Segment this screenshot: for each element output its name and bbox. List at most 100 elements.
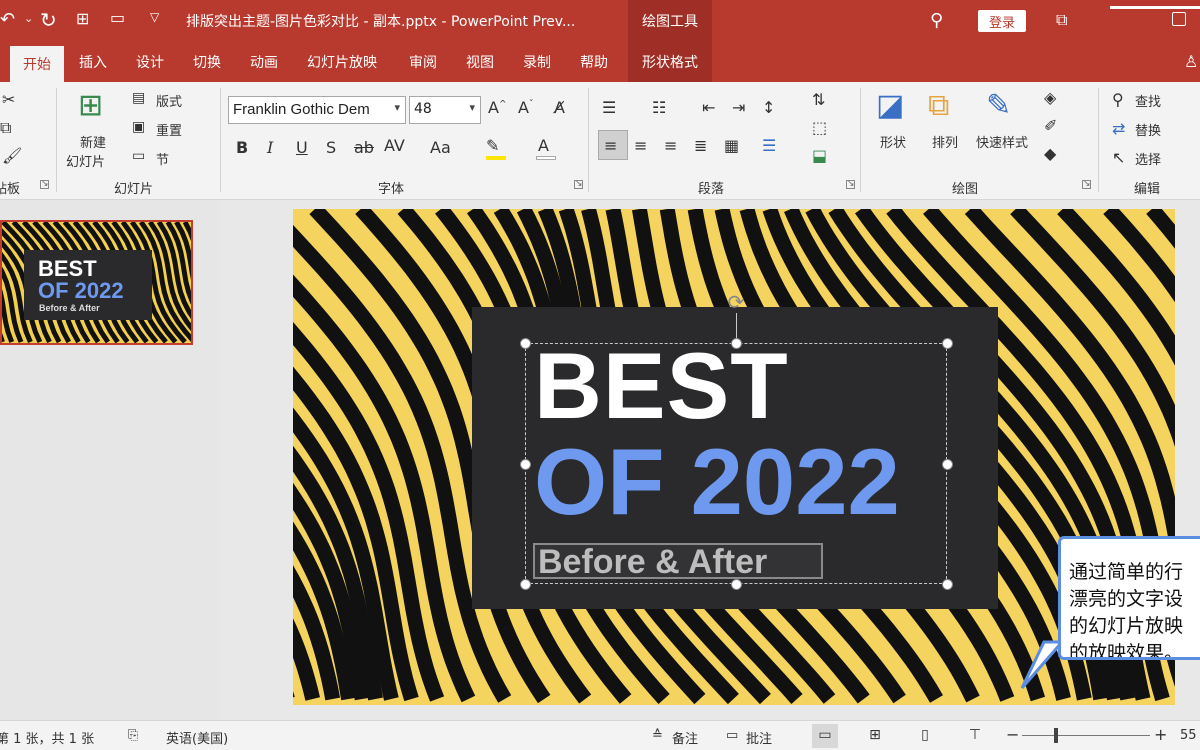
shape-fill-icon[interactable]: ◈ xyxy=(1044,88,1056,107)
shapes-icon[interactable]: ◪ xyxy=(876,88,904,123)
tab-view[interactable]: 视图 xyxy=(466,42,494,82)
tab-shape-format[interactable]: 形状格式 xyxy=(628,42,712,82)
tab-record[interactable]: 录制 xyxy=(523,42,551,82)
shadow-icon[interactable]: S xyxy=(326,138,336,157)
undo-dropdown-icon[interactable]: ⌄ xyxy=(24,12,33,25)
shapes-button[interactable]: 形状 xyxy=(880,132,906,151)
shrink-font-icon[interactable]: Aˇ xyxy=(518,98,533,117)
cut-icon[interactable]: ✂ xyxy=(2,90,15,109)
quick-styles-button[interactable]: 快速样式 xyxy=(976,132,1028,151)
tab-insert[interactable]: 插入 xyxy=(79,42,107,82)
find-button[interactable]: 查找 xyxy=(1135,91,1161,110)
grow-font-icon[interactable]: A^ xyxy=(488,98,507,117)
tab-help[interactable]: 帮助 xyxy=(580,42,608,82)
new-slide-label-2[interactable]: 幻灯片 xyxy=(66,151,105,170)
slide-thumbnail-1[interactable]: BEST OF 2022 Before & After xyxy=(0,220,193,345)
char-spacing-icon[interactable]: AV xyxy=(384,136,405,155)
align-left-icon[interactable]: ≡ xyxy=(604,136,617,155)
resize-handle[interactable] xyxy=(942,459,953,470)
select-button[interactable]: 选择 xyxy=(1135,149,1161,168)
align-right-icon[interactable]: ≡ xyxy=(664,136,677,155)
comments-button[interactable]: 批注 xyxy=(746,728,772,747)
replace-button[interactable]: 替换 xyxy=(1135,120,1161,139)
language-indicator[interactable]: 英语(美国) xyxy=(166,728,228,747)
resize-handle[interactable] xyxy=(520,338,531,349)
maximize-button[interactable] xyxy=(1172,12,1186,26)
rotate-handle-icon[interactable]: ⟳ xyxy=(725,291,747,313)
open-folder-icon[interactable]: ▭ xyxy=(110,8,125,27)
justify-icon[interactable]: ≣ xyxy=(694,136,707,155)
zoom-out-icon[interactable]: − xyxy=(1006,725,1019,744)
arrange-button[interactable]: 排列 xyxy=(932,132,958,151)
highlight-icon[interactable]: ✎ xyxy=(486,136,499,155)
align-center-icon[interactable]: ≡ xyxy=(634,136,647,155)
tab-home[interactable]: 开始 xyxy=(10,46,64,82)
strikethrough-icon[interactable]: ab xyxy=(354,138,374,157)
new-slide-icon[interactable]: ⊞ xyxy=(78,88,103,123)
notes-icon[interactable]: ≙ xyxy=(652,728,663,743)
present-icon[interactable]: ⊞ xyxy=(76,9,89,28)
text-direction-icon[interactable]: ⇅ xyxy=(812,90,825,109)
select-icon[interactable]: ↖ xyxy=(1112,148,1125,167)
align-text-icon[interactable]: ⬚ xyxy=(812,118,827,137)
slideshow-view-icon[interactable]: ⊤ xyxy=(962,724,988,748)
numbering-icon[interactable]: ☷ xyxy=(652,98,666,117)
ribbon-display-icon[interactable]: ⧉ xyxy=(1056,10,1067,30)
paragraph-launcher-icon[interactable]: ↘ xyxy=(846,180,855,189)
find-icon[interactable]: ⚲ xyxy=(1112,90,1124,109)
tab-slideshow[interactable]: 幻灯片放映 xyxy=(307,42,377,82)
italic-icon[interactable]: I xyxy=(267,138,273,157)
clear-formatting-icon[interactable]: A̸ xyxy=(554,98,565,117)
tab-transitions[interactable]: 切换 xyxy=(193,42,221,82)
resize-handle[interactable] xyxy=(731,579,742,590)
format-painter-icon[interactable]: 🖌 xyxy=(2,146,22,165)
smartart-icon[interactable]: ⬓ xyxy=(812,146,827,165)
increase-indent-icon[interactable]: ⇥ xyxy=(732,98,745,117)
bullets-icon[interactable]: ☰ xyxy=(602,98,616,117)
slide-canvas[interactable]: BEST OF 2022 Before & After ⟳ xyxy=(293,209,1175,705)
resize-handle[interactable] xyxy=(942,579,953,590)
reset-icon[interactable]: ▣ xyxy=(132,119,145,135)
resize-handle[interactable] xyxy=(731,338,742,349)
font-launcher-icon[interactable]: ↘ xyxy=(574,180,583,189)
underline-icon[interactable]: U xyxy=(296,138,308,157)
reading-view-icon[interactable]: ▯ xyxy=(912,724,938,748)
arrange-icon[interactable]: ⧉ xyxy=(928,88,949,123)
quick-styles-icon[interactable]: ✎ xyxy=(986,88,1011,123)
search-icon[interactable]: ⚲ xyxy=(930,10,943,31)
section-icon[interactable]: ▭ xyxy=(132,148,145,164)
decrease-indent-icon[interactable]: ⇤ xyxy=(702,98,715,117)
clipboard-launcher-icon[interactable]: ↘ xyxy=(40,180,49,189)
resize-handle[interactable] xyxy=(520,579,531,590)
shape-effects-icon[interactable]: ◆ xyxy=(1044,144,1056,163)
comments-icon[interactable]: ▭ xyxy=(726,728,738,743)
change-case-icon[interactable]: Aa xyxy=(430,138,451,157)
font-color-icon[interactable]: A xyxy=(538,136,549,155)
notes-button[interactable]: 备注 xyxy=(672,728,698,747)
zoom-in-icon[interactable]: + xyxy=(1154,725,1167,744)
normal-view-icon[interactable]: ▭ xyxy=(812,724,838,748)
slide-sorter-icon[interactable]: ⊞ xyxy=(862,724,888,748)
tab-review[interactable]: 审阅 xyxy=(409,42,437,82)
layout-icon[interactable]: ▤ xyxy=(132,90,145,106)
copy-icon[interactable]: ⧉ xyxy=(0,118,11,138)
tab-design[interactable]: 设计 xyxy=(136,42,164,82)
zoom-slider-thumb[interactable] xyxy=(1054,728,1058,743)
columns-icon[interactable]: ☰ xyxy=(762,136,776,155)
drawing-launcher-icon[interactable]: ↘ xyxy=(1082,180,1091,189)
tab-animations[interactable]: 动画 xyxy=(250,42,278,82)
redo-icon[interactable]: ↻ xyxy=(40,8,57,32)
resize-handle[interactable] xyxy=(520,459,531,470)
login-button[interactable]: 登录 xyxy=(978,10,1026,32)
resize-handle[interactable] xyxy=(942,338,953,349)
undo-icon[interactable]: ↶ xyxy=(0,9,15,30)
line-spacing-icon[interactable]: ↕ xyxy=(762,98,775,117)
zoom-level[interactable]: 55 xyxy=(1180,728,1197,743)
layout-button[interactable]: 版式 xyxy=(156,91,182,110)
bold-icon[interactable]: B xyxy=(236,138,248,157)
minimize-button[interactable] xyxy=(1110,6,1200,9)
section-button[interactable]: 节 xyxy=(156,149,169,168)
font-name-field[interactable]: Franklin Gothic Dem ▾ xyxy=(228,96,406,124)
font-size-field[interactable]: 48 ▾ xyxy=(409,96,481,124)
distributed-icon[interactable]: ▦ xyxy=(724,136,739,155)
